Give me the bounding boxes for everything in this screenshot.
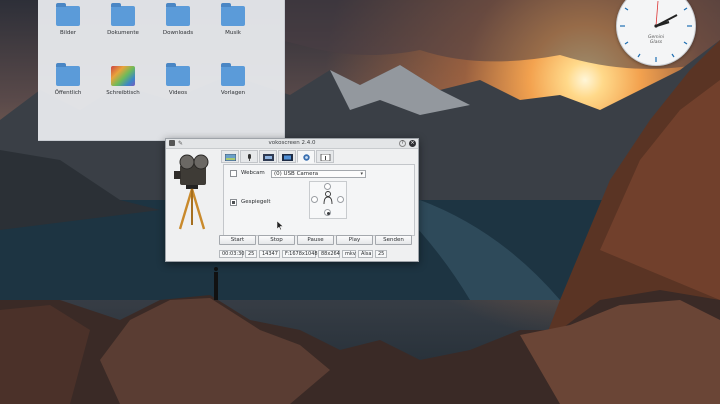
mirrored-label: Gespiegelt [241,199,271,205]
folder-item-videos[interactable]: Videos [150,63,206,96]
pause-button[interactable]: Pause [297,235,334,245]
mouse-cursor-icon [277,221,283,230]
folder-icon [56,63,80,86]
webcam-checkbox[interactable] [230,170,237,177]
stop-button[interactable]: Stop [258,235,295,245]
video-settings-icon [263,154,274,161]
title-bar[interactable]: ✎ vokoscreen 2.4.0 ? × [166,139,418,149]
status-container: mkv [342,250,356,258]
start-button[interactable]: Start [219,235,256,245]
pin-icon[interactable]: ✎ [178,140,183,147]
folder-icon [221,63,245,86]
microphone-icon [248,154,251,161]
position-right-radio[interactable] [337,196,344,203]
send-button[interactable]: Senden [375,235,412,245]
webcam-tripod-icon [174,154,209,230]
window-title: vokoscreen 2.4.0 [268,140,316,146]
folder-label: Öffentlich [54,90,82,96]
app-icon [169,140,175,146]
webcam-label: Webcam [241,170,265,176]
desktop-folder-icon [111,66,135,86]
close-icon[interactable]: × [409,140,416,147]
tab-film[interactable] [278,150,296,163]
clock-brand: Gemini Glass [648,35,664,45]
status-fps: 25 [245,250,257,258]
position-left-radio[interactable] [311,196,318,203]
folder-label: Musik [225,30,241,36]
status-audio: Alsa [358,250,373,258]
person-icon [323,191,333,205]
folder-label: Dokumente [107,30,139,36]
position-top-radio[interactable] [324,183,331,190]
folder-item-downloads[interactable]: Downloads [150,3,206,36]
folder-label: Vorlagen [220,90,246,96]
status-format: F:1678x1048 [282,250,318,258]
help-icon[interactable]: ? [399,140,406,147]
status-time: 00:03:30 [219,250,244,258]
status-dimensions: 88x264 [318,250,340,258]
folder-item-vorlagen[interactable]: Vorlagen [205,63,261,96]
position-bottom-radio[interactable] [324,209,331,216]
tab-screen[interactable] [221,150,239,163]
folder-icon [111,3,135,26]
folder-icon [166,3,190,26]
status-size: 14347 [259,250,280,258]
folder-label: Schreibtisch [106,90,140,96]
vokoscreen-window: ✎ vokoscreen 2.4.0 ? × Webcam (0) USB Ca… [165,138,419,262]
folder-icon [166,63,190,86]
webcam-position-selector [309,181,347,219]
info-icon [320,154,331,161]
screen-icon [225,154,236,161]
folder-item-bilder[interactable]: Bilder [40,3,96,36]
folder-item-musik[interactable]: Musik [205,3,261,36]
tab-info[interactable] [316,150,334,163]
file-manager-window: Bilder Dokumente Downloads Musik Öffentl… [38,0,285,141]
chevron-down-icon: ▾ [360,171,363,177]
folder-icon [56,3,80,26]
webcam-icon [303,154,310,161]
clock-face-icon [620,0,692,62]
folder-item-dokumente[interactable]: Dokumente [95,3,151,36]
play-button[interactable]: Play [336,235,373,245]
folder-item-oeffentlich[interactable]: Öffentlich [40,63,96,96]
mirrored-checkbox[interactable] [230,199,237,206]
webcam-panel: Webcam (0) USB Camera ▾ Gespiegelt [223,164,415,236]
folder-item-schreibtisch[interactable]: Schreibtisch [95,66,151,96]
tab-webcam[interactable] [297,150,315,163]
camera-select[interactable]: (0) USB Camera ▾ [271,170,366,178]
folder-icon [221,3,245,26]
tab-video-settings[interactable] [259,150,277,163]
analog-clock-widget[interactable]: Gemini Glass [616,0,696,66]
tab-audio[interactable] [240,150,258,163]
folder-label: Videos [168,90,188,96]
folder-label: Bilder [60,30,76,36]
folder-label: Downloads [162,30,194,36]
control-buttons: Start Stop Pause Play Senden [219,235,414,245]
film-icon [282,154,293,161]
status-frames: 25 [375,250,387,258]
